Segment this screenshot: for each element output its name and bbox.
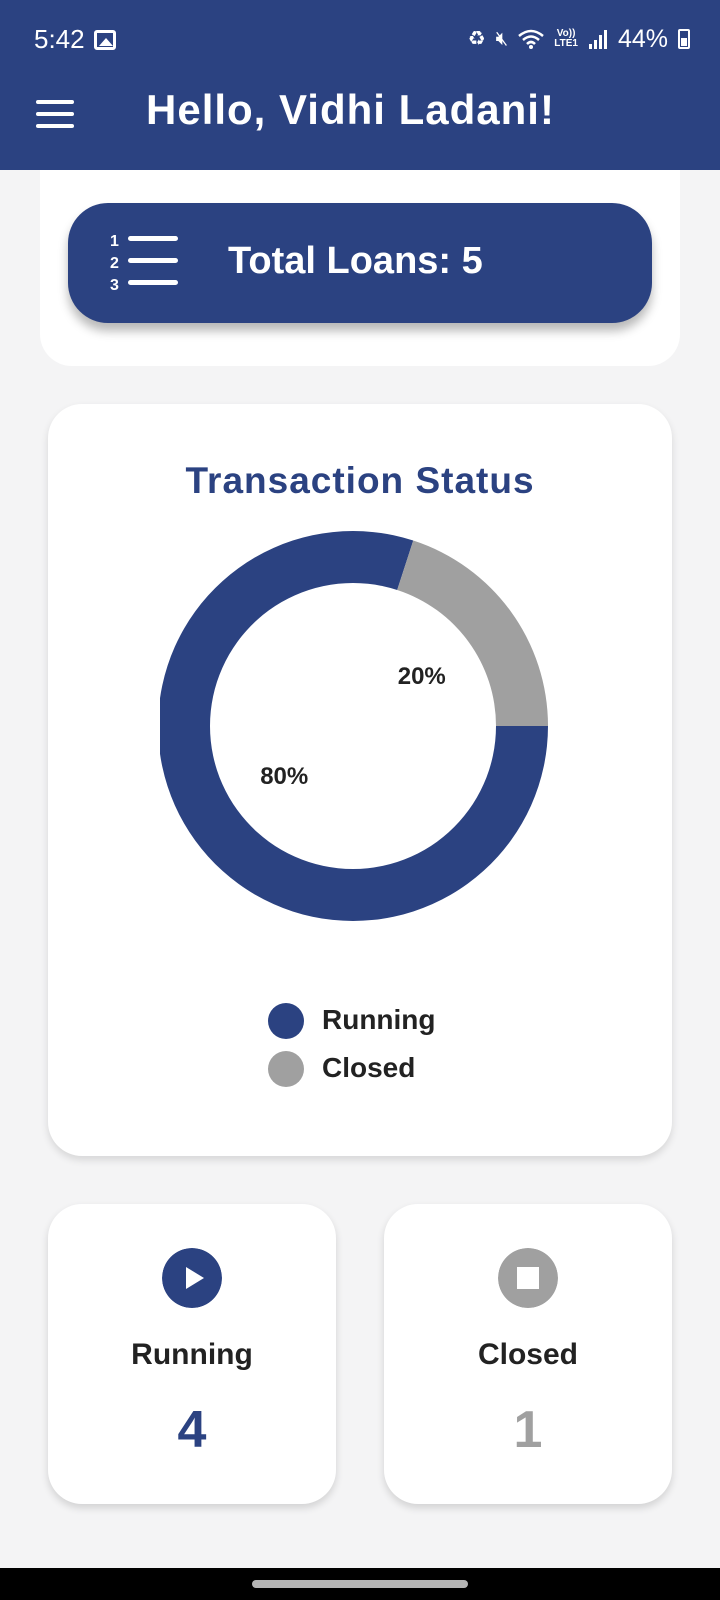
network-label-bottom: LTE1 (554, 38, 578, 49)
play-icon (162, 1248, 222, 1308)
home-indicator[interactable] (252, 1580, 468, 1588)
app-screen: 5:42 ♻ 🔇︎ Vo)) LTE1 44% Hello, Vidhi Lad… (0, 0, 720, 1600)
list-number-3: 3 (110, 277, 119, 294)
legend-label-running: Running (322, 1004, 436, 1035)
battery-icon (678, 29, 690, 49)
closed-count: 1 (513, 1401, 543, 1459)
battery-percent: 44% (617, 24, 668, 53)
app-header: 5:42 ♻ 🔇︎ Vo)) LTE1 44% Hello, Vidhi Lad… (0, 0, 720, 170)
closed-stat-card[interactable]: Closed 1 (384, 1204, 672, 1504)
total-loans-text: Total Loans: 5 (228, 240, 483, 282)
donut-chart: 80% 20% (160, 531, 548, 921)
stop-icon (498, 1248, 558, 1308)
hamburger-menu-icon[interactable] (36, 98, 76, 130)
donut-label-running: 80% (260, 763, 308, 790)
list-number-1: 1 (110, 233, 119, 250)
donut-label-closed: 20% (398, 663, 446, 690)
network-type-icon: Vo)) LTE1 (554, 29, 578, 49)
legend-label-closed: Closed (322, 1052, 416, 1083)
battery-saver-icon: ♻ (467, 28, 486, 50)
numbered-list-icon: 1 2 3 (110, 233, 178, 294)
system-nav-bar (0, 1568, 720, 1600)
mute-icon: 🔇︎ (495, 28, 509, 50)
status-time: 5:42 (34, 24, 85, 54)
closed-label: Closed (477, 1338, 579, 1371)
legend-dot-closed (268, 1051, 304, 1087)
legend-dot-running (268, 1003, 304, 1039)
list-number-2: 2 (110, 255, 119, 272)
status-bar: 5:42 ♻ 🔇︎ Vo)) LTE1 44% (0, 0, 720, 80)
gallery-notification-icon (94, 30, 116, 50)
running-label: Running (131, 1338, 253, 1371)
chart-title: Transaction Status (185, 460, 535, 501)
running-stat-card[interactable]: Running 4 (48, 1204, 336, 1504)
page-title: Hello, Vidhi Ladani! (146, 86, 555, 133)
status-icons: ♻ 🔇︎ Vo)) LTE1 44% (468, 22, 690, 56)
signal-icon (588, 30, 607, 49)
running-count: 4 (177, 1401, 207, 1459)
donut-slice-closed (397, 540, 548, 726)
wifi-icon (518, 29, 545, 49)
